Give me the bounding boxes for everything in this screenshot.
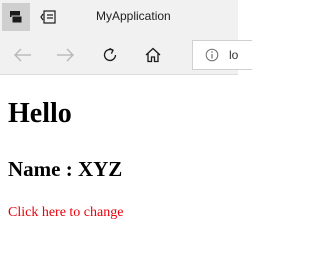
navigation-bar: lo (0, 34, 252, 75)
arrow-left-icon (14, 48, 31, 62)
back-button[interactable] (8, 40, 38, 70)
forward-button[interactable] (50, 40, 80, 70)
tabs-icon (10, 11, 23, 24)
tabs-aside-icon (40, 10, 56, 24)
name-subheading: Name : XYZ (8, 157, 123, 181)
home-icon (145, 47, 161, 63)
window-title: MyApplication (96, 9, 171, 23)
arrow-right-icon (57, 48, 74, 62)
address-bar[interactable]: lo (192, 40, 252, 70)
refresh-icon (103, 47, 117, 62)
info-icon (205, 48, 219, 62)
tabs-aside-button[interactable] (34, 3, 62, 31)
title-bar: MyApplication (0, 0, 238, 34)
refresh-button[interactable] (95, 40, 125, 70)
change-link[interactable]: Click here to change (8, 206, 123, 220)
home-button[interactable] (138, 40, 168, 70)
tabs-button[interactable] (2, 3, 30, 31)
address-text: lo (229, 48, 239, 62)
page-heading: Hello (8, 98, 72, 129)
